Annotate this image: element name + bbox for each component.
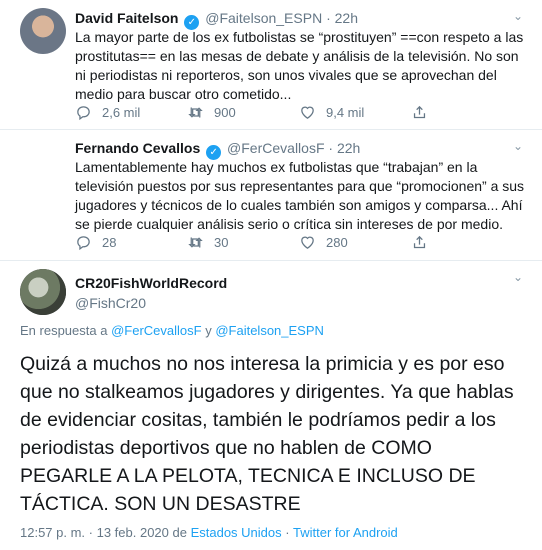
author-block: CR20FishWorldRecord @FishCr20: [75, 275, 227, 311]
reply-button[interactable]: 2,6 mil: [75, 104, 187, 121]
like-button[interactable]: 280: [299, 234, 411, 251]
like-count: 9,4 mil: [326, 105, 365, 120]
heart-icon: [301, 106, 314, 119]
tweet-text: La mayor parte de los ex futbolistas se …: [75, 29, 524, 102]
reply-context: En respuesta a @FerCevallosF y @Faitelso…: [20, 323, 324, 338]
avatar[interactable]: [20, 269, 66, 315]
tweet-actions: 28 30 280: [75, 234, 441, 251]
retweet-icon: [188, 237, 203, 248]
reply-icon: [77, 236, 90, 251]
share-button[interactable]: [411, 104, 441, 121]
display-name[interactable]: David Faitelson: [75, 10, 178, 26]
timestamp[interactable]: 12:57 p. m. · 13 feb. 2020 de: [20, 525, 187, 540]
like-button[interactable]: 9,4 mil: [299, 104, 411, 121]
chevron-down-icon[interactable]: ⌄: [512, 271, 524, 283]
tweet-header: Fernando Cevallos ✓ @FerCevallosF · 22h: [75, 140, 360, 160]
source-link[interactable]: Twitter for Android: [293, 525, 398, 540]
tweet-time[interactable]: 22h: [335, 10, 358, 26]
chevron-down-icon[interactable]: ⌄: [512, 140, 524, 152]
separator: ·: [326, 10, 331, 26]
user-handle[interactable]: @FerCevallosF: [227, 140, 324, 156]
reply-button[interactable]: 28: [75, 234, 187, 251]
separator: ·: [328, 140, 334, 156]
retweet-icon: [188, 107, 203, 118]
retweet-button[interactable]: 30: [187, 234, 299, 251]
reply-user-link[interactable]: @FerCevallosF: [111, 323, 202, 338]
retweet-count: 900: [214, 105, 236, 120]
reply-prefix: En respuesta a: [20, 323, 108, 338]
retweet-count: 30: [214, 235, 229, 250]
reply-and: y: [205, 323, 212, 338]
share-button[interactable]: [411, 234, 441, 251]
tweet-text: Quizá a muchos no nos interesa la primic…: [20, 353, 514, 515]
display-name[interactable]: CR20FishWorldRecord: [75, 275, 227, 291]
reply-count: 28: [102, 235, 117, 250]
like-count: 280: [326, 235, 348, 250]
tweet-faitelson[interactable]: David Faitelson ✓ @Faitelson_ESPN · 22h …: [0, 0, 542, 130]
meta-separator: ·: [285, 525, 290, 540]
tweet-header: David Faitelson ✓ @Faitelson_ESPN · 22h: [75, 10, 358, 30]
reply-count: 2,6 mil: [102, 105, 141, 120]
avatar[interactable]: [20, 8, 66, 54]
reply-icon: [77, 106, 90, 121]
main-tweet: CR20FishWorldRecord @FishCr20 ⌄ En respu…: [0, 261, 542, 550]
location-link[interactable]: Estados Unidos: [191, 525, 282, 540]
share-icon: [413, 105, 426, 119]
user-handle[interactable]: @FishCr20: [75, 295, 227, 311]
chevron-down-icon[interactable]: ⌄: [512, 10, 524, 22]
tweet-text: Lamentablemente hay muchos ex futbolista…: [75, 159, 525, 232]
tweet-cevallos[interactable]: FC Fernando Cevallos ✓ @FerCevallosF · 2…: [0, 130, 542, 315]
retweet-button[interactable]: 900: [187, 104, 299, 121]
share-icon: [413, 235, 426, 249]
reply-user-link[interactable]: @Faitelson_ESPN: [215, 323, 324, 338]
tweet-time[interactable]: 22h: [337, 140, 360, 156]
display-name[interactable]: Fernando Cevallos: [75, 140, 200, 156]
heart-icon: [301, 236, 314, 249]
user-handle[interactable]: @Faitelson_ESPN: [205, 10, 322, 26]
tweet-meta: 12:57 p. m. · 13 feb. 2020 de Estados Un…: [20, 525, 398, 540]
tweet-actions: 2,6 mil 900 9,4 mil: [75, 104, 441, 121]
